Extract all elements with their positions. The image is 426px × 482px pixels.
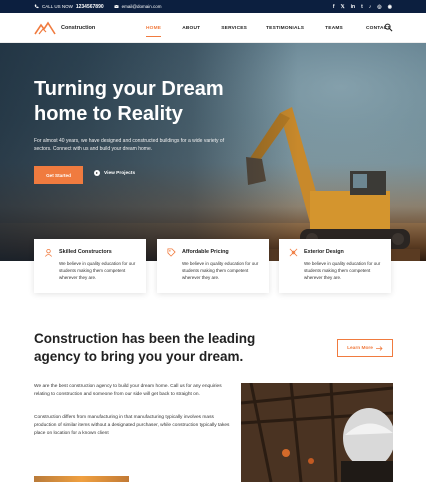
twitter-icon[interactable]: 𝕏 [341, 4, 345, 10]
phone-icon [34, 4, 39, 9]
nav-services[interactable]: SERVICES [221, 13, 247, 43]
photo-illustration [241, 383, 393, 482]
roof-logo-icon [34, 21, 56, 35]
linkedin-icon[interactable]: in [351, 4, 355, 10]
feature-text: We believe in quality education for our … [304, 261, 381, 281]
learn-more-button[interactable]: Learn More [337, 339, 393, 357]
about-title: Construction has been the leading agency… [34, 331, 256, 364]
view-projects-label: View Projects [104, 170, 136, 176]
nav-menu: HOME ABOUT SERVICES TESTIMONIALS TEAMS C… [140, 13, 390, 43]
mail-icon [114, 4, 119, 8]
tumblr-icon[interactable]: t [361, 4, 363, 10]
main-navbar: Construction HOME ABOUT SERVICES TESTIMO… [0, 13, 426, 43]
facebook-icon[interactable]: f [333, 4, 335, 10]
price-tag-icon [167, 248, 176, 257]
brand-name: Construction [61, 25, 96, 31]
view-projects-button[interactable]: View Projects [94, 170, 135, 176]
nav-testimonials[interactable]: TESTIMONIALS [266, 13, 304, 43]
phone-number[interactable]: 1234567890 [76, 4, 104, 10]
feature-title: Skilled Constructors [59, 249, 112, 255]
construction-worker-photo [241, 383, 393, 482]
project-photo [34, 476, 129, 482]
learn-more-label: Learn More [347, 345, 373, 351]
worker-icon [45, 248, 52, 257]
whatsapp-icon[interactable]: ◎ [377, 4, 381, 10]
arrow-right-icon [375, 345, 383, 351]
tiktok-icon[interactable]: ♪ [369, 4, 372, 10]
about-paragraph-2: Construction differs from manufacturing … [34, 415, 230, 436]
about-paragraph-1: We are the best construction agency to b… [34, 384, 222, 397]
phone-label: CALL US NOW [42, 4, 73, 9]
nav-about[interactable]: ABOUT [182, 13, 200, 43]
email-contact[interactable]: email@domain.com [114, 4, 162, 9]
pinterest-icon[interactable]: ◉ [388, 4, 392, 10]
play-icon [94, 170, 100, 176]
feature-card-skilled[interactable]: Skilled Constructors We believe in quali… [34, 239, 146, 293]
nav-home[interactable]: HOME [146, 13, 162, 43]
feature-text: We believe in quality education for our … [182, 261, 259, 281]
nav-teams[interactable]: TEAMS [325, 13, 343, 43]
phone-contact[interactable]: CALL US NOW 1234567890 [34, 4, 104, 10]
get-started-button[interactable]: Get Started [34, 166, 83, 184]
top-info-bar: CALL US NOW 1234567890 email@domain.com … [0, 0, 426, 13]
search-icon[interactable] [384, 23, 393, 32]
contact-info: CALL US NOW 1234567890 email@domain.com [34, 4, 162, 10]
feature-title: Affordable Pricing [182, 249, 229, 255]
feature-card-pricing[interactable]: Affordable Pricing We believe in quality… [157, 239, 269, 293]
feature-text: We believe in quality education for our … [59, 261, 136, 281]
hero-description: For almost 40 years, we have designed an… [34, 138, 225, 152]
hero-title: Turning your Dream home to Reality [34, 78, 224, 125]
site-logo[interactable]: Construction [34, 21, 95, 35]
email-address[interactable]: email@domain.com [122, 4, 162, 9]
social-links: f 𝕏 in t ♪ ◎ ◉ [333, 4, 392, 10]
design-icon [289, 248, 298, 257]
hero-banner: Turning your Dream home to Reality For a… [0, 43, 426, 261]
feature-title: Exterior Design [304, 249, 344, 255]
feature-card-exterior[interactable]: Exterior Design We believe in quality ed… [279, 239, 391, 293]
